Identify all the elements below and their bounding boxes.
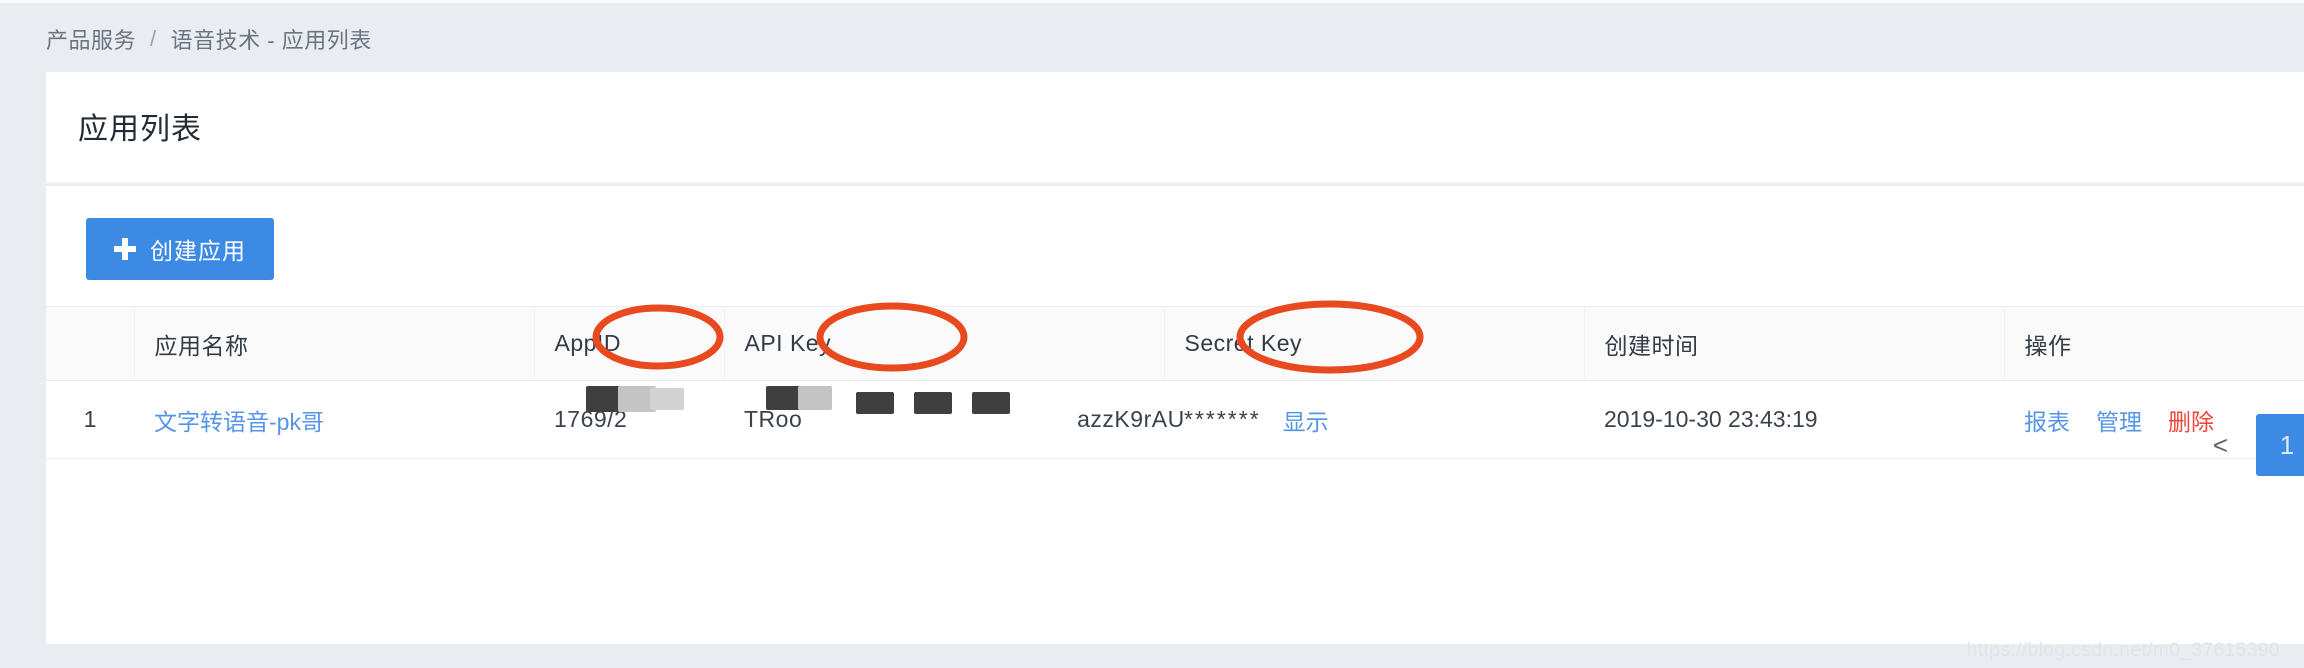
pagination: < 1 xyxy=(2213,414,2304,476)
page-title: 应用列表 xyxy=(78,113,202,146)
delete-action-link[interactable]: 删除 xyxy=(2168,403,2214,437)
column-header-created: 创建时间 xyxy=(1584,306,2005,381)
cell-index: 1 xyxy=(46,380,134,459)
column-header-actions: 操作 xyxy=(2004,306,2304,381)
apikey-visible-suffix: azzK9rAU xyxy=(1077,406,1185,432)
redaction-block xyxy=(650,388,684,410)
create-app-button[interactable]: 创建应用 xyxy=(86,218,274,280)
show-secret-link[interactable]: 显示 xyxy=(1283,403,1329,437)
content-card: 创建应用 应用名称 AppID API Key Secret Key 创建时间 … xyxy=(46,186,2304,644)
column-header-appid: AppID xyxy=(534,306,725,381)
redaction-block xyxy=(798,386,832,410)
apikey-value: TRoo azzK9rAU xyxy=(744,386,1185,433)
table-body: 1 文字转语音-pk哥 1769/2 TRoo azzK9rAU *******… xyxy=(46,380,2304,459)
table-header: 应用名称 AppID API Key Secret Key 创建时间 操作 xyxy=(46,306,2304,381)
cell-apikey: TRoo azzK9rAU xyxy=(724,380,1184,459)
redaction-block xyxy=(972,392,1010,414)
report-action-link[interactable]: 报表 xyxy=(2024,403,2070,437)
pagination-prev-button[interactable]: < xyxy=(2213,432,2228,458)
plus-icon xyxy=(114,238,136,260)
column-header-name: 应用名称 xyxy=(134,306,535,381)
page-title-card: 应用列表 xyxy=(46,72,2304,184)
redaction-block xyxy=(586,386,620,412)
page-root: 产品服务 / 语音技术 - 应用列表 应用列表 创建应用 应用名称 AppID … xyxy=(0,0,2304,668)
breadcrumb: 产品服务 / 语音技术 - 应用列表 xyxy=(46,25,372,53)
redaction-block xyxy=(766,386,802,410)
table-row: 1 文字转语音-pk哥 1769/2 TRoo azzK9rAU *******… xyxy=(46,380,2304,459)
cell-secretkey: ******* 显示 xyxy=(1164,380,1584,459)
table-header-row: 应用名称 AppID API Key Secret Key 创建时间 操作 xyxy=(46,306,2304,381)
column-header-index xyxy=(46,306,135,381)
redaction-block xyxy=(914,392,952,414)
breadcrumb-item-products[interactable]: 产品服务 xyxy=(46,23,136,55)
breadcrumb-item-current[interactable]: 语音技术 - 应用列表 xyxy=(171,23,372,55)
create-app-button-label: 创建应用 xyxy=(150,238,246,264)
breadcrumb-separator: / xyxy=(150,26,157,51)
column-header-secretkey: Secret Key xyxy=(1164,306,1585,381)
secret-masked-value: ******* xyxy=(1184,406,1261,432)
top-hairline xyxy=(0,0,2304,3)
app-list-table: 应用名称 AppID API Key Secret Key 创建时间 操作 1 … xyxy=(46,306,2304,459)
manage-action-link[interactable]: 管理 xyxy=(2096,403,2142,437)
cell-app-name: 文字转语音-pk哥 xyxy=(134,380,534,459)
cell-appid: 1769/2 xyxy=(534,380,724,459)
redaction-block xyxy=(856,392,894,414)
column-header-apikey: API Key xyxy=(724,306,1165,381)
appid-value: 1769/2 xyxy=(554,386,684,433)
pagination-page-1[interactable]: 1 xyxy=(2256,414,2304,476)
app-name-link[interactable]: 文字转语音-pk哥 xyxy=(154,409,324,435)
cell-created-time: 2019-10-30 23:43:19 xyxy=(1584,380,2004,459)
watermark: https://blog.csdn.net/m0_37615390 xyxy=(1966,640,2280,661)
